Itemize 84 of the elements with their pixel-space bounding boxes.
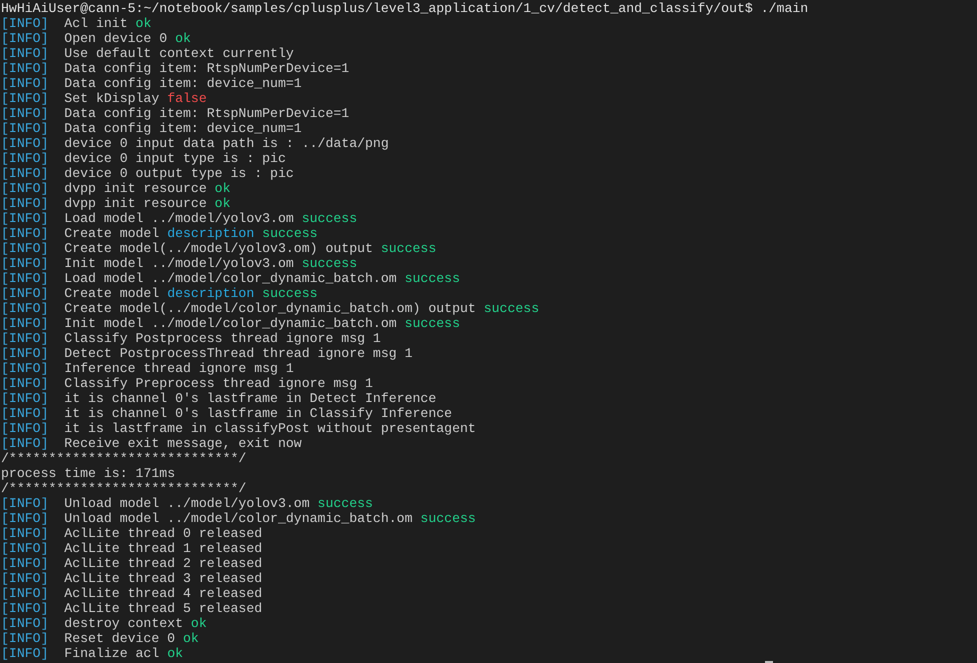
- log-level-tag: [INFO]: [1, 406, 48, 421]
- log-message: Inference thread ignore msg 1: [64, 361, 294, 376]
- log-message: dvpp init resource ok: [64, 196, 230, 211]
- log-message: Use default context currently: [64, 46, 294, 61]
- log-message: device 0 output type is : pic: [64, 166, 294, 181]
- log-message: it is channel 0's lastframe in Detect Inference: [64, 391, 436, 406]
- log-level-tag: [INFO]: [1, 331, 48, 346]
- log-level-tag: [INFO]: [1, 316, 48, 331]
- log-level-tag: [INFO]: [1, 136, 48, 151]
- log-message: destroy context ok: [64, 616, 207, 631]
- log-message: Load model ../model/yolov3.om success: [64, 211, 358, 226]
- log-level-tag: [INFO]: [1, 436, 48, 451]
- log-level-tag: [INFO]: [1, 391, 48, 406]
- log-level-tag: [INFO]: [1, 616, 48, 631]
- log-message: Data config item: RtspNumPerDevice=1: [64, 61, 350, 76]
- log-message: Acl init ok: [64, 16, 152, 31]
- output-line: /*****************************/: [1, 451, 246, 466]
- log-message: Create model description success: [64, 286, 318, 301]
- log-message: AclLite thread 5 released: [64, 601, 262, 616]
- log-level-tag: [INFO]: [1, 601, 48, 616]
- log-level-tag: [INFO]: [1, 286, 48, 301]
- output-line: /*****************************/: [1, 481, 246, 496]
- log-level-tag: [INFO]: [1, 511, 48, 526]
- log-level-tag: [INFO]: [1, 76, 48, 91]
- log-message: dvpp init resource ok: [64, 181, 230, 196]
- log-message: Finalize acl ok: [64, 646, 184, 661]
- log-level-tag: [INFO]: [1, 556, 48, 571]
- log-level-tag: [INFO]: [1, 31, 48, 46]
- log-message: Create model(../model/yolov3.om) output success: [64, 241, 436, 256]
- log-level-tag: [INFO]: [1, 301, 48, 316]
- log-message: Unload model ../model/yolov3.om success: [64, 496, 373, 511]
- log-message: device 0 input data path is : ../data/png: [64, 136, 389, 151]
- log-level-tag: [INFO]: [1, 526, 48, 541]
- log-level-tag: [INFO]: [1, 631, 48, 646]
- log-level-tag: [INFO]: [1, 496, 48, 511]
- log-level-tag: [INFO]: [1, 226, 48, 241]
- log-message: Unload model ../model/color_dynamic_batch.om success: [64, 511, 476, 526]
- log-level-tag: [INFO]: [1, 16, 48, 31]
- log-level-tag: [INFO]: [1, 571, 48, 586]
- log-level-tag: [INFO]: [1, 271, 48, 286]
- log-level-tag: [INFO]: [1, 361, 48, 376]
- log-message: Data config item: RtspNumPerDevice=1: [64, 106, 350, 121]
- log-message: Reset device 0 ok: [64, 631, 199, 646]
- log-message: AclLite thread 1 released: [64, 541, 262, 556]
- log-level-tag: [INFO]: [1, 181, 48, 196]
- log-message: Open device 0 ok: [64, 31, 191, 46]
- log-level-tag: [INFO]: [1, 376, 48, 391]
- log-level-tag: [INFO]: [1, 256, 48, 271]
- log-message: device 0 input type is : pic: [64, 151, 286, 166]
- log-level-tag: [INFO]: [1, 541, 48, 556]
- log-message: AclLite thread 4 released: [64, 586, 262, 601]
- log-level-tag: [INFO]: [1, 121, 48, 136]
- log-message: Create model(../model/color_dynamic_batch.om) output success: [64, 301, 540, 316]
- log-level-tag: [INFO]: [1, 61, 48, 76]
- log-message: Receive exit message, exit now: [64, 436, 302, 451]
- log-level-tag: [INFO]: [1, 211, 48, 226]
- log-message: Data config item: device_num=1: [64, 121, 302, 136]
- log-message: AclLite thread 0 released: [64, 526, 262, 541]
- log-message: it is channel 0's lastframe in Classify Inference: [64, 406, 452, 421]
- log-level-tag: [INFO]: [1, 91, 48, 106]
- log-message: Data config item: device_num=1: [64, 76, 302, 91]
- log-level-tag: [INFO]: [1, 586, 48, 601]
- log-level-tag: [INFO]: [1, 166, 48, 181]
- log-message: Create model description success: [64, 226, 318, 241]
- log-message: Init model ../model/yolov3.om success: [64, 256, 358, 271]
- log-message: AclLite thread 2 released: [64, 556, 262, 571]
- log-message: Detect PostprocessThread thread ignore msg 1: [64, 346, 413, 361]
- log-message: Load model ../model/color_dynamic_batch.om success: [64, 271, 460, 286]
- log-message: Classify Preprocess thread ignore msg 1: [64, 376, 373, 391]
- log-message: Set kDisplay false: [64, 91, 207, 106]
- output-line: process time is: 171ms: [1, 466, 176, 481]
- log-level-tag: [INFO]: [1, 646, 48, 661]
- log-message: AclLite thread 3 released: [64, 571, 262, 586]
- log-level-tag: [INFO]: [1, 241, 48, 256]
- log-level-tag: [INFO]: [1, 196, 48, 211]
- log-level-tag: [INFO]: [1, 346, 48, 361]
- log-message: it is lastframe in classifyPost without presentagent: [64, 421, 476, 436]
- log-level-tag: [INFO]: [1, 151, 48, 166]
- log-message: Init model ../model/color_dynamic_batch.om success: [64, 316, 460, 331]
- log-level-tag: [INFO]: [1, 106, 48, 121]
- shell-prompt: HwHiAiUser@cann-5:~/notebook/samples/cplusplus/level3_application/1_cv/detect_and_classify/out$ ./main: [1, 1, 808, 16]
- log-level-tag: [INFO]: [1, 421, 48, 436]
- log-message: Classify Postprocess thread ignore msg 1: [64, 331, 381, 346]
- log-level-tag: [INFO]: [1, 46, 48, 61]
